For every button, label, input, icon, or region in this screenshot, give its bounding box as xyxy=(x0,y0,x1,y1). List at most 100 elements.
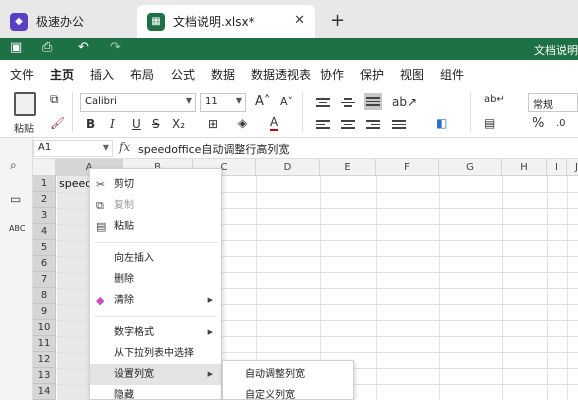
menu-collaborate[interactable]: 协作 xyxy=(320,66,344,83)
menu-pivot-table[interactable]: 数据透视表 xyxy=(251,66,311,83)
row-header[interactable]: 7 xyxy=(33,272,56,288)
grid-line xyxy=(439,176,440,400)
font-name-select[interactable]: Calibri ▼ xyxy=(80,93,196,112)
submenu-item-autofit-width[interactable]: 自动调整列宽 xyxy=(223,364,353,385)
menu-home[interactable]: 主页 xyxy=(50,66,74,89)
decimal-icon[interactable]: .0 xyxy=(556,118,566,129)
row-header[interactable]: 12 xyxy=(33,352,56,368)
row-header[interactable]: 14 xyxy=(33,384,56,400)
decrease-font-icon[interactable]: A˅ xyxy=(280,95,293,108)
formula-input[interactable]: speedoffice自动调整行高列宽 xyxy=(138,141,289,157)
number-format-select[interactable]: 常规 xyxy=(528,93,578,112)
submenu-arrow-icon: ▶ xyxy=(207,370,213,378)
menu-file[interactable]: 文件 xyxy=(10,66,34,83)
print-icon[interactable]: ⎙ xyxy=(42,40,52,55)
menu-item-clear[interactable]: ◆ 清除 ▶ xyxy=(90,290,221,311)
column-header-g[interactable]: G xyxy=(439,159,502,176)
close-tab-icon[interactable]: ✕ xyxy=(294,13,305,28)
borders-icon[interactable]: ⊞ xyxy=(208,117,218,131)
tab-app-home[interactable]: ◆ 极速办公 xyxy=(0,5,136,38)
menu-item-label: 删除 xyxy=(114,274,134,285)
menu-divider xyxy=(94,242,217,243)
column-header-e[interactable]: E xyxy=(320,159,376,176)
name-box[interactable]: A1 ▼ xyxy=(33,140,113,157)
grid-line xyxy=(502,176,503,400)
menu-item-paste[interactable]: ▤ 粘贴 xyxy=(90,216,221,237)
font-color-icon[interactable]: A xyxy=(270,116,279,131)
align-middle-icon[interactable] xyxy=(341,96,355,109)
font-name-value: Calibri xyxy=(85,96,117,107)
align-justify-icon[interactable] xyxy=(392,118,406,131)
wrap-text-icon[interactable]: ab↵ xyxy=(484,94,505,105)
menu-item-copy[interactable]: ⧉ 复制 xyxy=(90,195,221,216)
row-header[interactable]: 8 xyxy=(33,288,56,304)
column-header-f[interactable]: F xyxy=(376,159,439,176)
row-header[interactable]: 2 xyxy=(33,192,56,208)
tab-document[interactable]: ▦ 文档说明.xlsx* ✕ xyxy=(137,5,315,38)
italic-icon[interactable]: I xyxy=(110,117,115,131)
fill-color-icon[interactable]: ◈ xyxy=(238,116,247,130)
text-orientation-icon[interactable]: ab↗ xyxy=(392,95,417,109)
paste-icon[interactable] xyxy=(14,92,36,116)
row-header[interactable]: 3 xyxy=(33,208,56,224)
select-all-corner[interactable] xyxy=(33,159,56,176)
submenu-arrow-icon: ▶ xyxy=(207,296,213,304)
row-header[interactable]: 6 xyxy=(33,256,56,272)
menu-item-column-width[interactable]: 设置列宽 ▶ xyxy=(90,364,221,385)
align-left-icon[interactable] xyxy=(316,118,330,131)
column-header-j[interactable]: J xyxy=(567,159,578,176)
menu-layout[interactable]: 布局 xyxy=(130,66,154,83)
align-right-icon[interactable] xyxy=(366,118,380,131)
menu-item-hide[interactable]: 隐藏 xyxy=(90,385,221,400)
menu-item-delete[interactable]: 删除 xyxy=(90,269,221,290)
number-format-value: 常规 xyxy=(533,100,553,111)
menu-data[interactable]: 数据 xyxy=(211,66,235,83)
underline-icon[interactable]: U xyxy=(132,117,141,131)
menu-protect[interactable]: 保护 xyxy=(360,66,384,83)
comment-icon[interactable]: ▭ xyxy=(10,192,21,206)
font-size-select[interactable]: 11 ▼ xyxy=(200,93,246,112)
search-icon[interactable]: ⌕ xyxy=(10,158,17,173)
align-center-icon[interactable] xyxy=(341,118,355,131)
align-bottom-icon[interactable] xyxy=(364,93,382,110)
menu-formula[interactable]: 公式 xyxy=(171,66,195,83)
insert-table-icon[interactable]: ▤ xyxy=(484,116,495,130)
function-icon[interactable]: fx xyxy=(119,140,130,154)
menu-insert[interactable]: 插入 xyxy=(90,66,114,83)
menu-view[interactable]: 视图 xyxy=(400,66,424,83)
merge-cells-icon[interactable]: ◧ xyxy=(436,116,447,130)
redo-icon[interactable]: ↷ xyxy=(110,40,121,55)
row-header[interactable]: 9 xyxy=(33,304,56,320)
row-header[interactable]: 11 xyxy=(33,336,56,352)
column-header-h[interactable]: H xyxy=(502,159,547,176)
spellcheck-icon[interactable]: ABC xyxy=(9,224,25,233)
row-header[interactable]: 13 xyxy=(33,368,56,384)
align-top-icon[interactable] xyxy=(316,96,330,109)
subscript-icon[interactable]: X₂ xyxy=(172,117,185,131)
new-tab-icon[interactable]: + xyxy=(330,10,345,31)
menu-item-pick-from-list[interactable]: 从下拉列表中选择 xyxy=(90,343,221,364)
save-icon[interactable]: ▣ xyxy=(10,40,22,55)
menu-item-insert-left[interactable]: 向左插入 xyxy=(90,248,221,269)
submenu-item-custom-width[interactable]: 自定义列宽 xyxy=(223,385,353,400)
increase-font-icon[interactable]: A˄ xyxy=(255,94,270,109)
percent-icon[interactable]: % xyxy=(532,116,544,131)
row-header[interactable]: 1 xyxy=(33,176,56,192)
strikethrough-icon[interactable]: S xyxy=(152,117,160,131)
grid-line xyxy=(547,176,548,400)
menu-item-number-format[interactable]: 数字格式 ▶ xyxy=(90,322,221,343)
undo-icon[interactable]: ↶ xyxy=(78,40,89,55)
menu-components[interactable]: 组件 xyxy=(440,66,464,83)
row-header[interactable]: 4 xyxy=(33,224,56,240)
menu-item-cut[interactable]: ✂ 剪切 xyxy=(90,174,221,195)
copy-icon: ⧉ xyxy=(96,199,104,212)
column-header-i[interactable]: I xyxy=(547,159,567,176)
copy-icon[interactable]: ⧉ xyxy=(50,92,59,107)
row-header[interactable]: 10 xyxy=(33,320,56,336)
format-painter-icon[interactable]: 🖌 xyxy=(50,116,65,130)
column-header-d[interactable]: D xyxy=(256,159,320,176)
spreadsheet-icon: ▦ xyxy=(147,12,165,31)
row-header[interactable]: 5 xyxy=(33,240,56,256)
bold-icon[interactable]: B xyxy=(86,117,95,131)
context-menu: ✂ 剪切 ⧉ 复制 ▤ 粘贴 向左插入 删除 ◆ 清除 ▶ 数字格式 ▶ 从下拉… xyxy=(89,168,222,400)
